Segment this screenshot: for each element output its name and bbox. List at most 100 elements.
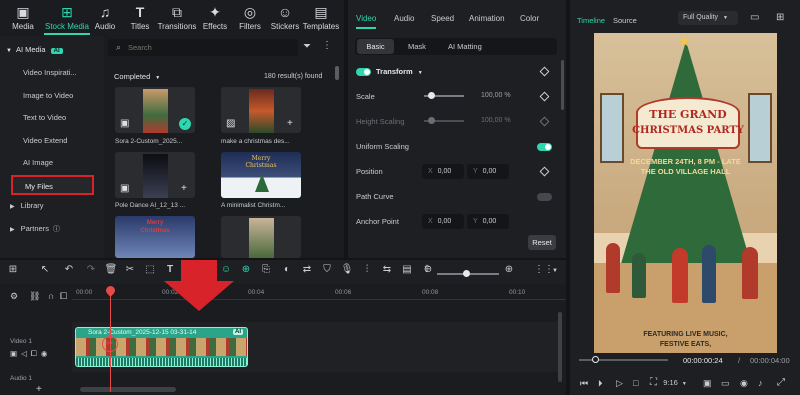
- zoom-in-icon[interactable]: ⊕: [502, 264, 516, 275]
- add-audio-track-icon[interactable]: +: [36, 384, 42, 395]
- cut-icon[interactable]: ✂: [123, 264, 137, 275]
- eye-icon[interactable]: ◉: [41, 349, 52, 358]
- tab-animation[interactable]: Animation: [469, 14, 505, 23]
- pointer-icon[interactable]: ↖: [38, 264, 52, 275]
- sidebar-item-video-inspiration[interactable]: Video Inspirati...: [6, 63, 98, 83]
- completed-filter[interactable]: Completed ▼: [114, 72, 160, 81]
- play-reverse-icon[interactable]: ⏵: [598, 378, 603, 389]
- lock-track-icon[interactable]: ⧠: [31, 349, 41, 358]
- media-scrollbar[interactable]: [335, 66, 339, 80]
- film-icon[interactable]: ▣: [10, 349, 21, 358]
- subtab-basic[interactable]: Basic: [357, 39, 394, 54]
- subtitle-icon[interactable]: ▤: [400, 264, 414, 275]
- fullscreen-icon[interactable]: ⛶: [650, 377, 657, 388]
- text-icon[interactable]: T: [163, 264, 177, 275]
- toolbar-filters[interactable]: ◎ Filters: [230, 2, 270, 34]
- toolbar-stickers[interactable]: ☺ Stickers: [265, 2, 305, 34]
- reset-button[interactable]: Reset: [528, 235, 556, 250]
- toolbar-audio[interactable]: ♫ Audio: [85, 2, 125, 34]
- redo-icon[interactable]: ↷: [84, 264, 98, 275]
- filter-icon[interactable]: ⏷: [303, 41, 311, 52]
- delete-icon[interactable]: 🗑: [104, 264, 118, 275]
- toolbar-titles[interactable]: T Titles: [120, 2, 160, 34]
- toolbar-templates[interactable]: ▤ Templates: [301, 2, 341, 34]
- tab-color[interactable]: Color: [520, 14, 539, 23]
- camera-icon[interactable]: ◉: [740, 378, 748, 389]
- prev-frame-icon[interactable]: ⏮: [580, 378, 588, 389]
- shield-icon[interactable]: ⛉: [320, 264, 334, 275]
- speaker-icon[interactable]: ◁: [21, 349, 31, 358]
- mixer-icon[interactable]: ⫶: [360, 264, 374, 275]
- add-icon[interactable]: +: [287, 118, 293, 129]
- timeline-ruler[interactable]: [72, 286, 566, 300]
- stop-icon[interactable]: □: [633, 378, 638, 388]
- grid-icon[interactable]: ⊞: [776, 12, 784, 23]
- volume-icon[interactable]: ♪: [758, 378, 763, 388]
- sidebar-header-ai-media[interactable]: ▼ AI Media AI: [6, 42, 100, 58]
- split-marker-icon[interactable]: ✂: [102, 336, 118, 352]
- link-icon[interactable]: ⛓: [29, 291, 40, 302]
- timeline-hscrollbar[interactable]: [80, 387, 176, 392]
- transition-icon[interactable]: ⇆: [380, 264, 394, 275]
- transform-toggle[interactable]: [356, 68, 371, 76]
- tab-timeline[interactable]: Timeline: [577, 16, 605, 25]
- toolbar-stock-media[interactable]: ⊞ Stock Media: [43, 2, 91, 34]
- sidebar-item-my-files[interactable]: My Files: [11, 175, 94, 195]
- media-item-4[interactable]: Merry Christmas: [221, 152, 301, 198]
- search-input[interactable]: [128, 41, 278, 54]
- position-x-field[interactable]: X 0,00: [422, 164, 464, 179]
- play-icon[interactable]: ▷: [616, 378, 623, 389]
- lock-icon[interactable]: ⧠: [60, 291, 67, 302]
- export-frame-icon[interactable]: ▣: [703, 378, 712, 389]
- position-y-field[interactable]: Y 0,00: [467, 164, 509, 179]
- expand-icon[interactable]: ⤢: [777, 377, 785, 388]
- zoom-out-icon[interactable]: ⊖: [421, 264, 435, 275]
- tab-video[interactable]: Video: [356, 14, 376, 23]
- uniform-scaling-toggle[interactable]: [537, 143, 552, 151]
- sidebar-item-text-to-video[interactable]: Text to Video: [6, 108, 98, 128]
- ai-copilot-icon[interactable]: ⊕: [239, 264, 253, 275]
- timeline-vscrollbar[interactable]: [558, 312, 562, 382]
- scale-slider[interactable]: [424, 92, 464, 99]
- speed-icon[interactable]: ⎘: [259, 264, 273, 275]
- chevron-down-icon[interactable]: ▼: [548, 268, 562, 274]
- crop-icon[interactable]: ⬚: [143, 264, 157, 275]
- toolbar-effects[interactable]: ✦ Effects: [195, 2, 235, 34]
- media-item-2[interactable]: ▨ +: [221, 87, 301, 133]
- media-item-1[interactable]: ▣ ✓: [115, 87, 195, 133]
- search-bar[interactable]: ⌕: [108, 39, 298, 56]
- scale-value[interactable]: 100,00 %: [481, 92, 511, 99]
- motion-icon[interactable]: ⇄: [300, 264, 314, 275]
- sidebar-item-image-to-video[interactable]: Image to Video: [6, 86, 98, 106]
- properties-scrollbar[interactable]: [561, 60, 564, 110]
- media-item-3[interactable]: ▣ +: [115, 152, 195, 198]
- tab-source[interactable]: Source: [613, 16, 637, 25]
- sidebar-item-library[interactable]: ▶ Library: [10, 201, 44, 210]
- zoom-slider[interactable]: [437, 270, 499, 277]
- undo-icon[interactable]: ↶: [62, 264, 76, 275]
- quality-select[interactable]: Full Quality ▼: [678, 11, 738, 25]
- ai-avatar-icon[interactable]: ☺: [219, 264, 233, 275]
- toolbar-transitions[interactable]: ⧉ Transitions: [157, 2, 197, 34]
- video-clip[interactable]: Sora 2-Custom_2025-12-15 03-31-14 AI: [75, 327, 248, 367]
- path-curve-toggle[interactable]: [537, 193, 552, 201]
- sidebar-item-ai-image[interactable]: AI Image: [6, 153, 98, 173]
- more-icon[interactable]: ⋮: [322, 40, 332, 51]
- layout-grid-icon[interactable]: ⊞: [6, 264, 20, 275]
- aspect-ratio-select[interactable]: 9:16 ▼: [659, 376, 691, 390]
- anchor-y-field[interactable]: Y 0,00: [467, 214, 509, 229]
- snapshot-icon[interactable]: ▭: [750, 12, 759, 23]
- subtab-mask[interactable]: Mask: [408, 42, 426, 51]
- tab-audio[interactable]: Audio: [394, 14, 414, 23]
- sidebar-item-video-extend[interactable]: Video Extend: [6, 131, 98, 151]
- display-icon[interactable]: ▭: [721, 378, 730, 389]
- mask-icon[interactable]: ◐: [280, 264, 294, 275]
- add-track-icon[interactable]: ⚙: [10, 291, 18, 302]
- microphone-icon[interactable]: 🎙: [340, 264, 354, 275]
- media-item-5[interactable]: Merry Christmas: [115, 216, 195, 258]
- media-item-6[interactable]: [221, 216, 301, 258]
- tab-speed[interactable]: Speed: [431, 14, 454, 23]
- magnet-icon[interactable]: ∩: [48, 291, 54, 301]
- preview-canvas[interactable]: ★ THE GRAND CHRISTMAS PARTY DECEMBER 24T…: [594, 33, 777, 353]
- transform-section-title[interactable]: Transform ▼: [376, 67, 423, 76]
